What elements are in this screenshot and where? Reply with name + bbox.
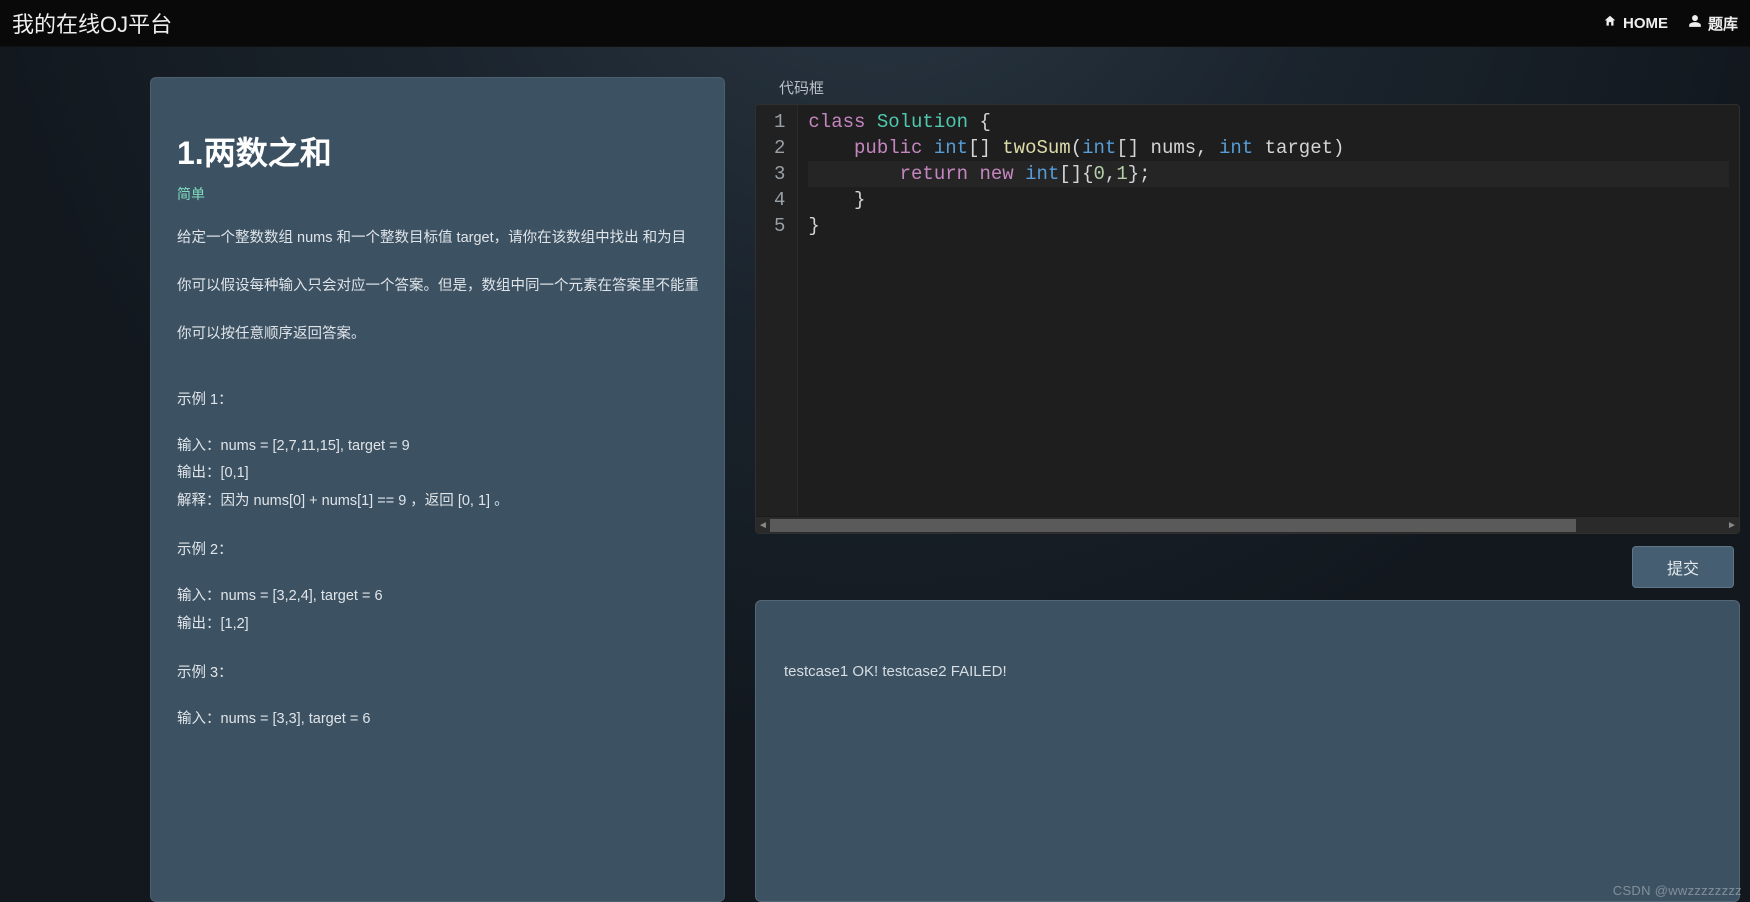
example-line: 输出：[0,1] <box>177 460 698 488</box>
example-line: 输出：[1,2] <box>177 611 698 639</box>
horizontal-scrollbar[interactable]: ◄ ► <box>756 516 1739 533</box>
code-line[interactable]: } <box>808 213 1729 239</box>
difficulty-badge: 简单 <box>177 184 205 204</box>
home-icon <box>1603 14 1617 32</box>
scroll-thumb[interactable] <box>770 519 1576 532</box>
user-icon <box>1688 14 1702 32</box>
problem-description: 给定一个整数数组 nums 和一个整数目标值 target，请你在该数组中找出 … <box>177 228 698 345</box>
example-line: 输入：nums = [3,2,4], target = 6 <box>177 583 698 611</box>
site-title: 我的在线OJ平台 <box>12 7 172 39</box>
code-area[interactable]: class Solution { public int[] twoSum(int… <box>798 105 1739 516</box>
example-heading: 示例 1： <box>177 387 698 415</box>
result-panel: testcase1 OK! testcase2 FAILED! <box>755 600 1740 902</box>
code-line[interactable]: return new int[]{0,1}; <box>808 161 1729 187</box>
line-number: 4 <box>774 187 785 213</box>
editor-label: 代码框 <box>755 77 1740 104</box>
code-line[interactable]: } <box>808 187 1729 213</box>
watermark: CSDN @wwzzzzzzzz <box>1613 883 1742 898</box>
nav-problems-label: 题库 <box>1708 13 1738 34</box>
example-block: 示例 1： 输入：nums = [2,7,11,15], target = 9输出… <box>177 387 698 515</box>
right-column: 代码框 12345 class Solution { public int[] … <box>755 77 1740 902</box>
example-block: 示例 3： 输入：nums = [3,3], target = 6 <box>177 660 698 733</box>
header: 我的在线OJ平台 HOME 题库 <box>0 0 1750 47</box>
submit-button[interactable]: 提交 <box>1632 546 1734 588</box>
example-line: 输入：nums = [3,3], target = 6 <box>177 706 698 734</box>
nav-problems[interactable]: 题库 <box>1688 13 1738 34</box>
example-line: 输入：nums = [2,7,11,15], target = 9 <box>177 433 698 461</box>
example-block: 示例 2： 输入：nums = [3,2,4], target = 6输出：[1,… <box>177 537 698 638</box>
problem-panel: 1.两数之和 简单 给定一个整数数组 nums 和一个整数目标值 target，… <box>150 77 725 902</box>
submit-row: 提交 <box>755 534 1740 600</box>
example-heading: 示例 3： <box>177 660 698 688</box>
result-text: testcase1 OK! testcase2 FAILED! <box>784 663 1007 680</box>
example-line: 解释：因为 nums[0] + nums[1] == 9 ，返回 [0, 1] … <box>177 488 698 516</box>
line-number: 1 <box>774 109 785 135</box>
line-number: 5 <box>774 213 785 239</box>
desc-line: 你可以按任意顺序返回答案。 <box>177 324 698 346</box>
nav-home[interactable]: HOME <box>1603 14 1668 32</box>
scroll-left-icon[interactable]: ◄ <box>756 517 770 534</box>
desc-line: 给定一个整数数组 nums 和一个整数目标值 target，请你在该数组中找出 … <box>177 228 698 250</box>
code-editor[interactable]: 12345 class Solution { public int[] twoS… <box>755 104 1740 534</box>
line-gutter: 12345 <box>756 105 798 516</box>
code-line[interactable]: class Solution { <box>808 109 1729 135</box>
nav-home-label: HOME <box>1623 15 1668 32</box>
desc-line: 你可以假设每种输入只会对应一个答案。但是，数组中同一个元素在答案里不能重 <box>177 276 698 298</box>
problem-title: 1.两数之和 <box>177 128 698 174</box>
examples: 示例 1：输入：nums = [2,7,11,15], target = 9输出… <box>177 387 698 733</box>
scroll-right-icon[interactable]: ► <box>1725 517 1739 534</box>
example-heading: 示例 2： <box>177 537 698 565</box>
code-line[interactable]: public int[] twoSum(int[] nums, int targ… <box>808 135 1729 161</box>
line-number: 2 <box>774 135 785 161</box>
line-number: 3 <box>774 161 785 187</box>
nav-right: HOME 题库 <box>1603 13 1738 34</box>
main-content: 1.两数之和 简单 给定一个整数数组 nums 和一个整数目标值 target，… <box>0 47 1750 902</box>
